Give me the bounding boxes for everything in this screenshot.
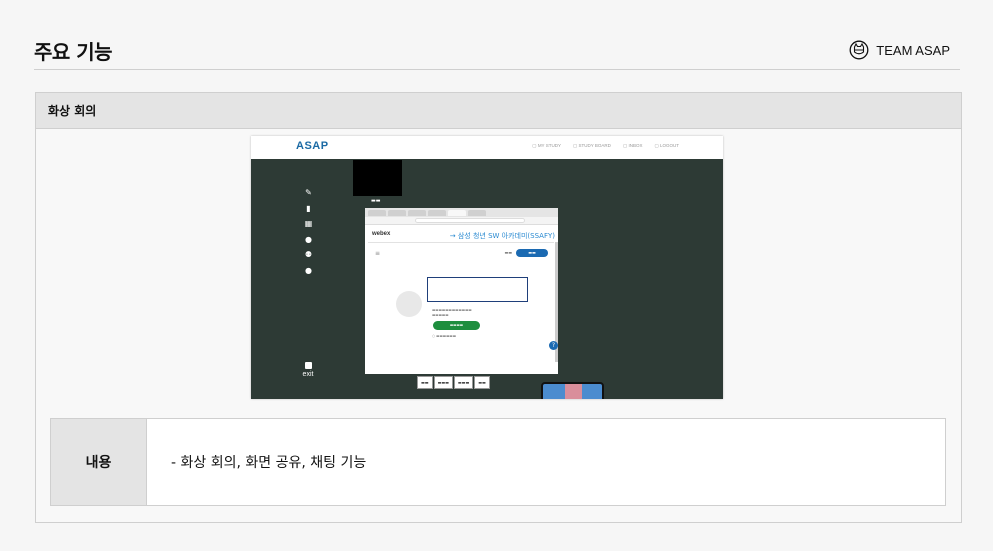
browser-tab	[368, 210, 386, 216]
info-table: 내용 - 화상 회의, 화면 공유, 채팅 기능	[50, 418, 946, 506]
browser-tab	[388, 210, 406, 216]
info-value: - 화상 회의, 화면 공유, 채팅 기능	[171, 455, 367, 471]
nav-item-logout: LOGOUT	[654, 143, 679, 149]
menu-icon: ≡	[375, 250, 381, 257]
phone-preview	[541, 382, 604, 399]
meeting-link-lines: ▬▬▬▬▬▬▬▬▬▬▬▬ ▬▬▬▬▬	[432, 308, 472, 317]
browser-tab	[448, 210, 466, 216]
exit-icon	[304, 362, 312, 369]
info-label: 내용	[51, 419, 147, 505]
browser-tab	[408, 210, 426, 216]
video-tile-label: ▬▬	[371, 198, 381, 204]
feature-screenshot: ASAP MY STUDY STUDY BOARD INBOX LOGOUT ✎…	[251, 136, 723, 399]
webex-window: webex → 삼성 청년 SW 아카데미(SSAFY) ≡ ▬▬ ▬▬ ▬▬▬…	[365, 208, 558, 374]
browser-address-bar	[365, 217, 558, 225]
meeting-title: → 삼성 청년 SW 아카데미(SSAFY)	[449, 232, 555, 240]
nav-item-my-study: MY STUDY	[532, 143, 561, 149]
chat-icon: ●	[305, 265, 312, 275]
help-icon: ?	[549, 341, 558, 350]
edit-icon: ✎	[305, 188, 312, 197]
clipboard-icon: ▮	[306, 203, 311, 213]
exit-label: exit	[302, 371, 314, 378]
control-button: ▬▬	[417, 376, 433, 389]
team-logo-icon	[849, 40, 869, 60]
browser-tab	[428, 210, 446, 216]
users-icon: ⚉	[304, 250, 313, 259]
nav-item-inbox: INBOX	[623, 143, 642, 149]
feature-panel: 화상 회의 ASAP MY STUDY STUDY BOARD INBOX LO…	[35, 92, 962, 523]
highlight-box	[427, 277, 528, 302]
page-title: 주요 기능	[34, 40, 113, 64]
browser-tabs	[365, 208, 558, 217]
connect-button: ▬▬	[516, 249, 548, 257]
team-name: TEAM ASAP	[876, 42, 950, 58]
app-sidebar: ✎ ▮ ▦ ● ⚉ ●	[303, 188, 315, 281]
info-icon: ●	[305, 234, 312, 244]
divider	[368, 242, 554, 243]
app-topbar: ASAP MY STUDY STUDY BOARD INBOX LOGOUT	[251, 136, 723, 159]
control-button: ▬▬	[474, 376, 490, 389]
page-header: 주요 기능 TEAM ASAP	[34, 34, 960, 70]
mini-label: ▬▬	[504, 250, 512, 255]
webex-logo: webex	[372, 231, 391, 237]
join-meeting-button: ▬▬▬▬	[433, 321, 480, 330]
team-badge: TEAM ASAP	[849, 40, 950, 60]
remember-option: ○ ▬▬▬▬▬▬	[432, 334, 457, 338]
control-button: ▬▬▬	[433, 376, 453, 389]
app-logo: ASAP	[296, 140, 329, 152]
section-title: 화상 회의	[36, 93, 961, 129]
meeting-controls: ▬▬ ▬▬▬ ▬▬▬ ▬▬	[417, 376, 490, 389]
browser-tab	[468, 210, 486, 216]
app-nav: MY STUDY STUDY BOARD INBOX LOGOUT	[532, 143, 679, 149]
nav-item-study-board: STUDY BOARD	[573, 143, 611, 149]
calendar-icon: ▦	[304, 219, 313, 228]
control-button: ▬▬▬	[453, 376, 474, 389]
exit-button: exit	[299, 362, 317, 378]
video-tile	[353, 160, 402, 196]
avatar	[396, 291, 422, 317]
